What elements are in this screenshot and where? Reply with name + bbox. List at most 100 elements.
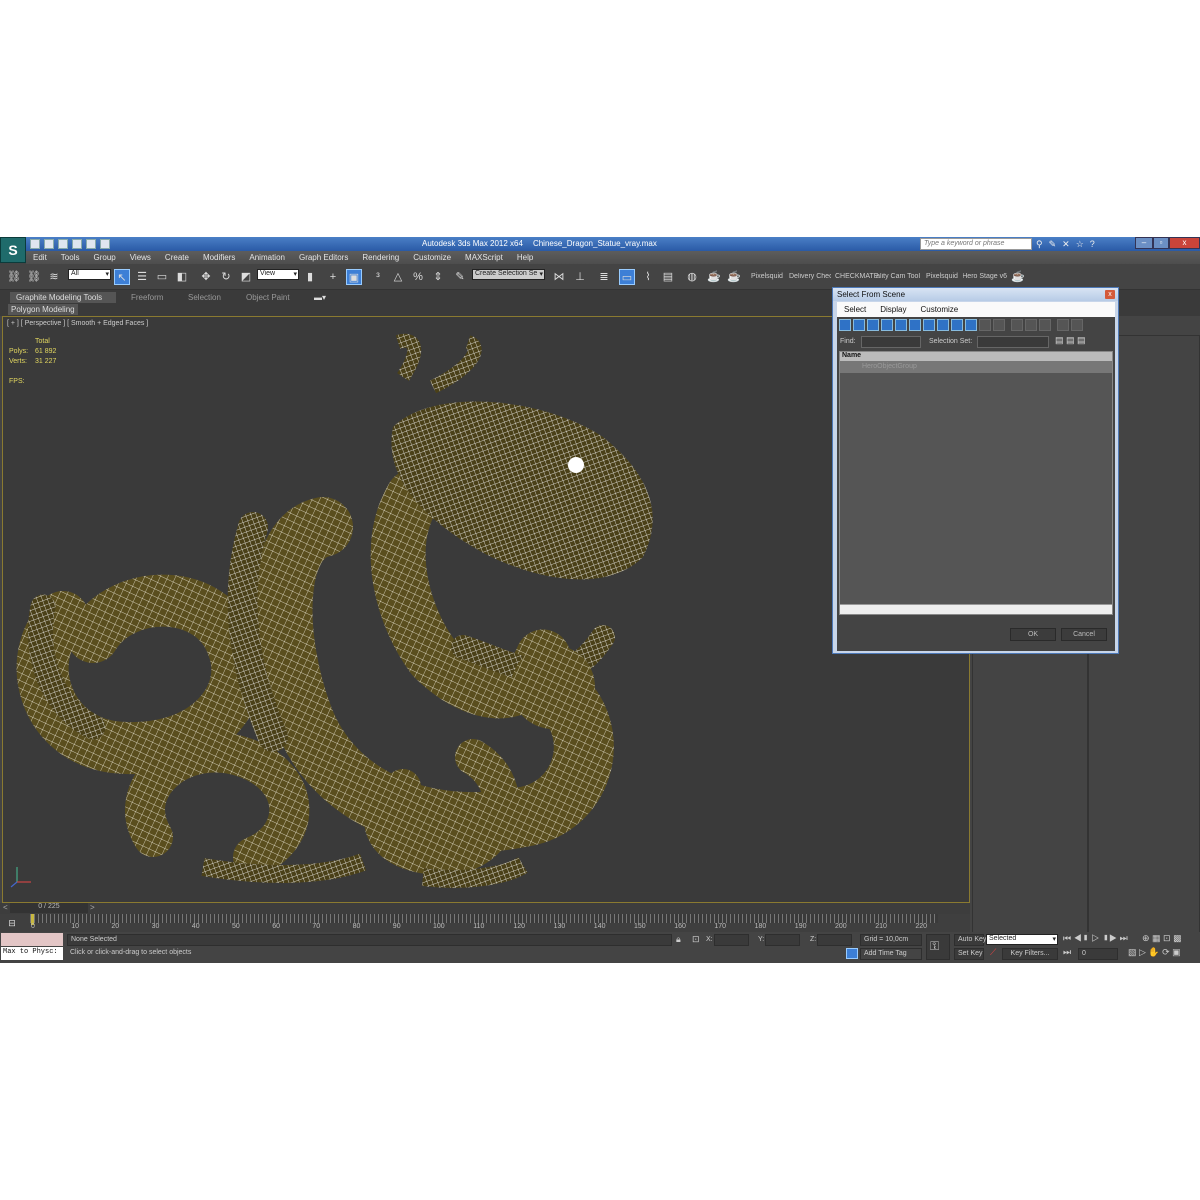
- viewport-navigation-icons[interactable]: ⊕ ▦ ⊡ ▩: [1142, 933, 1182, 944]
- bind-space-warp-icon[interactable]: ≋: [46, 269, 62, 285]
- maximize-button[interactable]: ▫: [1153, 237, 1169, 249]
- plugin-checkmate[interactable]: CHECKMATE: [835, 273, 878, 280]
- key-filters-button[interactable]: Key Filters...: [1002, 948, 1058, 960]
- list-item[interactable]: HeroObjectGroup: [840, 361, 1112, 373]
- filter-icon[interactable]: [1057, 319, 1069, 331]
- tab-freeform[interactable]: Freeform: [125, 292, 169, 303]
- spinner-snap-icon[interactable]: ⇕: [430, 269, 446, 285]
- pivot-center-icon[interactable]: ▮: [302, 269, 318, 285]
- move-icon[interactable]: ✥: [198, 269, 214, 285]
- teapot-icon[interactable]: ☕: [1010, 269, 1026, 285]
- scale-icon[interactable]: ◩: [238, 269, 254, 285]
- open-icon[interactable]: [44, 239, 54, 249]
- graphite-toggle-icon[interactable]: ▭: [619, 269, 635, 285]
- save-icon[interactable]: [58, 239, 68, 249]
- dialog-close-button[interactable]: x: [1105, 290, 1115, 299]
- scene-object-list[interactable]: Name HeroObjectGroup: [839, 351, 1113, 615]
- mirror-icon[interactable]: ⋈: [551, 269, 567, 285]
- helpers-filter-icon[interactable]: [895, 319, 907, 331]
- plugin-delivery-check[interactable]: Delivery Check: [789, 273, 831, 280]
- percent-snap-icon[interactable]: %: [410, 269, 426, 285]
- time-tag-icon[interactable]: [846, 948, 858, 959]
- undo-icon[interactable]: [72, 239, 82, 249]
- menu-help[interactable]: Help: [510, 251, 540, 264]
- select-all-icon[interactable]: [1011, 319, 1023, 331]
- communication-icon[interactable]: ✕: [1062, 239, 1070, 250]
- maxscript-listener-input[interactable]: [1, 933, 63, 946]
- reference-coordinate-dropdown[interactable]: View: [257, 269, 299, 280]
- lights-filter-icon[interactable]: [867, 319, 879, 331]
- layer-manager-icon[interactable]: ≣: [596, 269, 612, 285]
- playback-controls[interactable]: ⏮ ◀▮ ▷ ▮▶ ⏭: [1063, 933, 1128, 944]
- shapes-filter-icon[interactable]: [853, 319, 865, 331]
- plugin-quality-cam-tool[interactable]: Quality Cam Tool: [876, 273, 920, 280]
- name-column-header[interactable]: Name: [840, 352, 1112, 361]
- select-none-icon[interactable]: [1025, 319, 1037, 331]
- plugin-pixelsquid[interactable]: Pixelsquid: [751, 273, 783, 280]
- key-mode-dropdown[interactable]: Selected: [986, 934, 1058, 945]
- cancel-button[interactable]: Cancel: [1061, 628, 1107, 641]
- menu-views[interactable]: Views: [123, 251, 158, 264]
- new-icon[interactable]: [30, 239, 40, 249]
- polygon-modeling-panel[interactable]: Polygon Modeling: [8, 304, 78, 315]
- filter-options-icon[interactable]: [1071, 319, 1083, 331]
- redo-icon[interactable]: [86, 239, 96, 249]
- menu-tools[interactable]: Tools: [54, 251, 87, 264]
- x-coordinate-input[interactable]: [714, 934, 749, 946]
- menu-modifiers[interactable]: Modifiers: [196, 251, 242, 264]
- menu-maxscript[interactable]: MAXScript: [458, 251, 510, 264]
- menu-graph-editors[interactable]: Graph Editors: [292, 251, 355, 264]
- menu-rendering[interactable]: Rendering: [355, 251, 406, 264]
- plugin-hero-stage[interactable]: Hero Stage v6: [963, 273, 1007, 280]
- absolute-mode-icon[interactable]: ⊡: [692, 934, 700, 945]
- selection-set-buttons[interactable]: ▤ ▤ ▤: [1055, 335, 1086, 346]
- prev-frame-button[interactable]: <: [3, 903, 8, 912]
- tab-object-paint[interactable]: Object Paint: [240, 292, 296, 303]
- tab-selection[interactable]: Selection: [182, 292, 227, 303]
- rotate-icon[interactable]: ↻: [218, 269, 234, 285]
- render-setup-icon[interactable]: ☕: [706, 269, 722, 285]
- curve-editor-icon[interactable]: ⌇: [640, 269, 656, 285]
- tab-graphite-modeling-tools[interactable]: Graphite Modeling Tools: [10, 292, 116, 303]
- select-object-icon[interactable]: ↖: [114, 269, 130, 285]
- key-tangent-icon[interactable]: ⟋: [990, 947, 996, 958]
- select-by-name-icon[interactable]: ☰: [134, 269, 150, 285]
- auto-key-button[interactable]: Auto Key: [954, 934, 986, 946]
- frozen-filter-icon[interactable]: [979, 319, 991, 331]
- menu-create[interactable]: Create: [158, 251, 196, 264]
- horizontal-scrollbar[interactable]: [840, 604, 1112, 614]
- rect-selection-icon[interactable]: ▭: [154, 269, 170, 285]
- wrench-icon[interactable]: ✎: [1049, 239, 1057, 250]
- named-selection-dropdown[interactable]: Create Selection Se: [472, 269, 545, 280]
- mini-curve-editor-icon[interactable]: ⊟: [4, 915, 20, 931]
- select-manipulate-icon[interactable]: +: [325, 269, 341, 285]
- selection-set-dropdown[interactable]: [977, 336, 1049, 348]
- y-coordinate-input[interactable]: [765, 934, 800, 946]
- current-frame-input[interactable]: 0: [1078, 948, 1118, 960]
- xrefs-filter-icon[interactable]: [937, 319, 949, 331]
- z-coordinate-input[interactable]: [817, 934, 852, 946]
- set-key-icon[interactable]: ⚿: [926, 934, 950, 960]
- find-input[interactable]: [861, 336, 921, 348]
- unlink-icon[interactable]: ⛓: [26, 269, 42, 285]
- link-icon[interactable]: ⛓: [6, 269, 22, 285]
- bones-filter-icon[interactable]: [951, 319, 963, 331]
- align-icon[interactable]: ⊥: [572, 269, 588, 285]
- dialog-menu-customize[interactable]: Customize: [913, 302, 965, 317]
- dialog-title-bar[interactable]: Select From Scene x: [833, 288, 1118, 301]
- menu-group[interactable]: Group: [86, 251, 122, 264]
- snaps-toggle-icon[interactable]: ³: [370, 269, 386, 285]
- key-mode-toggle-icon[interactable]: ⏭: [1063, 947, 1071, 958]
- dialog-menu-select[interactable]: Select: [837, 302, 873, 317]
- star-icon[interactable]: ☆: [1076, 239, 1084, 250]
- maxscript-output[interactable]: Max to Physc:: [1, 947, 63, 960]
- material-editor-icon[interactable]: ◍: [684, 269, 700, 285]
- ribbon-options-icon[interactable]: ▬▾: [308, 292, 332, 303]
- geometry-filter-icon[interactable]: [839, 319, 851, 331]
- window-crossing-icon[interactable]: ◧: [174, 269, 190, 285]
- menu-edit[interactable]: Edit: [26, 251, 54, 264]
- perspective-viewport[interactable]: [ + ] [ Perspective ] [ Smooth + Edged F…: [2, 287, 1119, 903]
- project-icon[interactable]: [100, 239, 110, 249]
- binoculars-icon[interactable]: ⚲: [1036, 239, 1043, 250]
- cameras-filter-icon[interactable]: [881, 319, 893, 331]
